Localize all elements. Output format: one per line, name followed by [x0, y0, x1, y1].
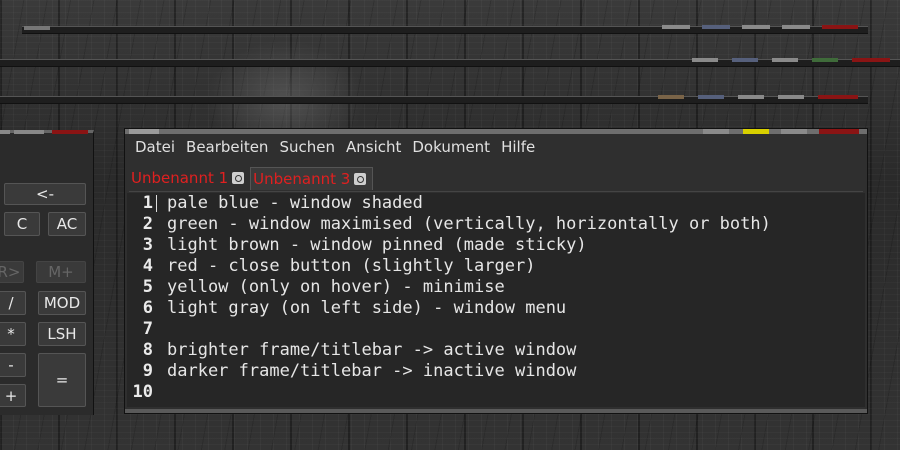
titlebar-segment — [781, 129, 807, 134]
shade-button[interactable] — [732, 58, 758, 62]
window-menu-button[interactable] — [129, 129, 159, 134]
shaded-window-3[interactable] — [0, 95, 868, 104]
line-number: 9 — [142, 361, 153, 381]
lsh-button[interactable]: LSH — [38, 322, 86, 346]
menu-ansicht[interactable]: Ansicht — [344, 138, 408, 160]
close-button[interactable] — [819, 129, 859, 134]
titlebar-segment — [782, 25, 810, 29]
titlebar-segment — [703, 129, 729, 134]
equals-button[interactable]: = — [38, 353, 86, 407]
shade-button[interactable] — [698, 95, 724, 99]
text-line: 6 light gray (on left side) - window menu — [127, 298, 865, 319]
line-text: pale blue - window shaded — [167, 193, 423, 213]
multiply-button[interactable]: * — [0, 322, 26, 346]
titlebar-segment — [692, 58, 718, 62]
close-button[interactable] — [52, 130, 88, 134]
text-line: 5 yellow (only on hover) - minimise — [127, 277, 865, 298]
line-text: red - close button (slightly larger) — [167, 256, 536, 276]
line-text: yellow (only on hover) - minimise — [167, 277, 505, 297]
close-icon[interactable] — [232, 172, 245, 184]
shaded-window-2[interactable] — [0, 58, 900, 67]
line-number: 3 — [142, 235, 153, 255]
menu-datei[interactable]: Datei — [133, 138, 182, 160]
tab-bar: Unbenannt 1 Unbenannt 3 — [129, 167, 863, 192]
shade-button[interactable] — [702, 25, 730, 29]
line-number: 10 — [132, 382, 153, 402]
line-text: brighter frame/titlebar -> active window — [167, 340, 577, 360]
backspace-button[interactable]: <- — [4, 183, 86, 205]
text-editor-window: Datei Bearbeiten Suchen Ansicht Dokument… — [124, 128, 868, 414]
titlebar-segment — [742, 25, 770, 29]
line-number: 6 — [142, 298, 153, 318]
text-line: 1 pale blue - window shaded — [127, 193, 865, 214]
line-number: 1 — [142, 193, 153, 213]
text-line: 4 red - close button (slightly larger) — [127, 256, 865, 277]
mod-button[interactable]: MOD — [38, 291, 86, 315]
tab-label: Unbenannt 1 — [131, 169, 229, 187]
shaded-window-1[interactable] — [22, 25, 868, 34]
tab-label: Unbenannt 3 — [253, 170, 351, 188]
minimise-button[interactable] — [743, 129, 769, 134]
window-frame-bottom[interactable] — [125, 409, 867, 413]
text-line: 7 — [127, 319, 865, 340]
m-plus-button: M+ — [36, 261, 86, 283]
tab-unbenannt-3[interactable]: Unbenannt 3 — [250, 167, 374, 190]
text-line: 9 darker frame/titlebar -> inactive windo… — [127, 361, 865, 382]
titlebar-segment — [778, 95, 804, 99]
r-button: R> — [0, 261, 24, 283]
titlebar-segment — [14, 130, 44, 134]
menu-suchen[interactable]: Suchen — [277, 138, 342, 160]
line-number: 5 — [142, 277, 153, 297]
maximise-button[interactable] — [812, 58, 838, 62]
titlebar-segment — [662, 25, 690, 29]
line-number: 4 — [142, 256, 153, 276]
menu-hilfe[interactable]: Hilfe — [499, 138, 542, 160]
line-number: 8 — [142, 340, 153, 360]
close-button[interactable] — [818, 95, 858, 99]
titlebar-segment — [772, 58, 798, 62]
menu-dokument[interactable]: Dokument — [410, 138, 497, 160]
all-clear-button[interactable]: AC — [48, 212, 86, 236]
tab-unbenannt-1[interactable]: Unbenannt 1 — [129, 167, 250, 189]
line-text: darker frame/titlebar -> inactive window — [167, 361, 577, 381]
line-text: green - window maximised (vertically, ho… — [167, 214, 771, 234]
line-text: light brown - window pinned (made sticky… — [167, 235, 587, 255]
titlebar-segment — [0, 130, 10, 134]
text-line: 10 — [127, 382, 865, 403]
line-number: 7 — [142, 319, 153, 339]
window-titlebar[interactable] — [125, 129, 867, 134]
plus-button[interactable]: + — [0, 384, 26, 407]
text-area[interactable]: 1 pale blue - window shaded 2 green - wind… — [127, 193, 865, 407]
text-line: 2 green - window maximised (vertically, h… — [127, 214, 865, 235]
titlebar-segment — [738, 95, 764, 99]
line-number: 2 — [142, 214, 153, 234]
clear-button[interactable]: C — [4, 212, 40, 236]
text-line: 3 light brown - window pinned (made stick… — [127, 235, 865, 256]
close-icon[interactable] — [354, 173, 367, 185]
minus-button[interactable]: - — [0, 353, 26, 377]
close-button[interactable] — [822, 25, 858, 29]
close-button[interactable] — [852, 58, 890, 62]
divide-button[interactable]: / — [0, 291, 26, 315]
window-menu-button[interactable] — [24, 26, 50, 30]
menu-bar: Datei Bearbeiten Suchen Ansicht Dokument… — [133, 138, 544, 160]
text-line: 8 brighter frame/titlebar -> active windo… — [127, 340, 865, 361]
pin-button[interactable] — [658, 95, 684, 99]
calculator-window: <- C AC R> M+ / MOD * LSH - = + — [0, 130, 94, 415]
line-text: light gray (on left side) - window menu — [167, 298, 567, 318]
menu-bearbeiten[interactable]: Bearbeiten — [184, 138, 275, 160]
